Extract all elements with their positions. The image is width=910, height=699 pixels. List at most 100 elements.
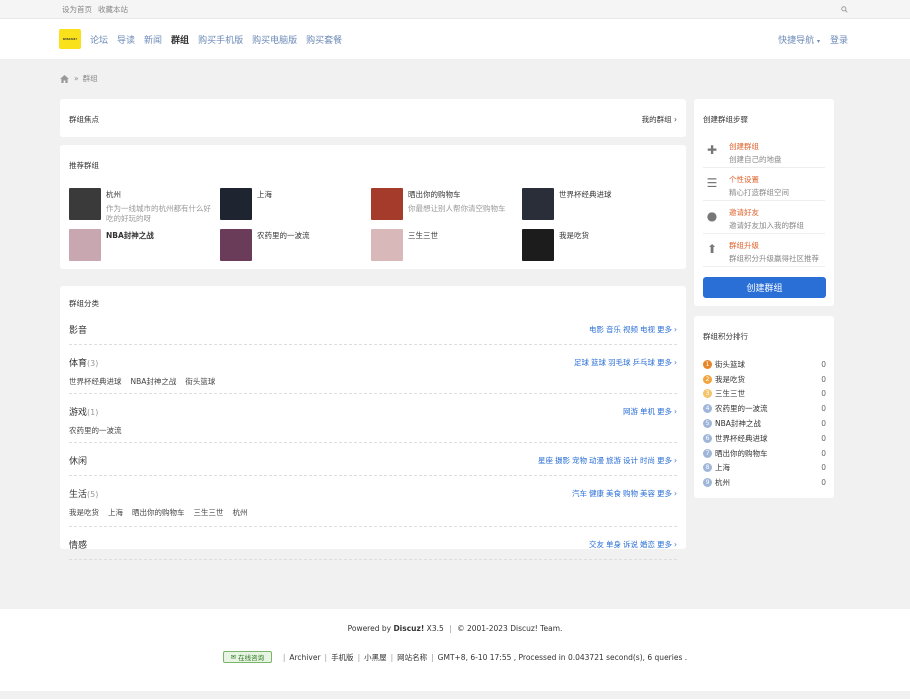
search-icon[interactable] <box>841 5 848 13</box>
my-group-link[interactable]: 我的群组 › <box>642 114 677 125</box>
subtype-link[interactable]: 动漫 <box>589 456 604 465</box>
recommended-group-item[interactable]: 世界杯经典进球 <box>522 188 673 220</box>
step-title[interactable]: 个性设置 <box>729 174 789 185</box>
create-step-item[interactable]: ☰ 个性设置 精心打造群组空间 <box>703 171 825 201</box>
subtype-link[interactable]: 电影 <box>589 325 604 334</box>
footer-link[interactable]: Archiver <box>289 653 320 662</box>
group-name[interactable]: 三生三世 <box>408 230 438 241</box>
subtype-link[interactable]: 婚恋 <box>640 540 655 549</box>
rank-group-name[interactable]: 街头篮球 <box>715 359 745 370</box>
recommended-group-item[interactable]: 我是吃货 <box>522 229 673 261</box>
login-link[interactable]: 登录 <box>830 33 848 46</box>
subtype-link[interactable]: 羽毛球 <box>608 358 631 367</box>
category-group-link[interactable]: 农药里的一波流 <box>69 426 122 435</box>
subtype-link[interactable]: 旅游 <box>606 456 621 465</box>
rank-group-name[interactable]: 晒出你的购物车 <box>715 448 768 459</box>
site-logo[interactable]: DISCUZ! <box>59 29 81 49</box>
group-name[interactable]: 晒出你的购物车 <box>408 189 518 200</box>
category-group-link[interactable]: 我是吃货 <box>69 508 99 517</box>
recommended-group-item[interactable]: 农药里的一波流 <box>220 229 371 261</box>
group-name[interactable]: 世界杯经典进球 <box>559 189 612 200</box>
rank-group-name[interactable]: 世界杯经典进球 <box>715 433 768 444</box>
group-thumbnail[interactable] <box>371 229 403 261</box>
rank-group-name[interactable]: 杭州 <box>715 477 730 488</box>
group-name[interactable]: 农药里的一波流 <box>257 230 310 241</box>
footer-link[interactable]: 手机版 <box>331 652 354 663</box>
subtype-link[interactable]: 设计 <box>623 456 638 465</box>
group-thumbnail[interactable] <box>371 188 403 220</box>
more-link[interactable]: 更多 <box>657 540 672 549</box>
rank-item[interactable]: 6 世界杯经典进球 0 <box>703 431 826 446</box>
online-consult-button[interactable]: ✉ 在线咨询 <box>222 651 272 663</box>
category-name[interactable]: 影音 <box>69 323 677 336</box>
group-thumbnail[interactable] <box>69 188 101 220</box>
category-group-link[interactable]: 世界杯经典进球 <box>69 377 122 386</box>
subtype-link[interactable]: 美食 <box>606 489 621 498</box>
create-step-item[interactable]: ⬆ 群组升级 群组积分升级赢得社区推荐 <box>703 237 825 267</box>
rank-item[interactable]: 3 三生三世 0 <box>703 387 826 402</box>
category-group-link[interactable]: 街头篮球 <box>185 377 215 386</box>
more-link[interactable]: 更多 <box>657 407 672 416</box>
subtype-link[interactable]: 单机 <box>640 407 655 416</box>
breadcrumb-current[interactable]: 群组 <box>83 73 98 84</box>
recommended-group-item[interactable]: NBA封神之战 <box>69 229 220 261</box>
group-name[interactable]: NBA封神之战 <box>106 230 154 241</box>
category-group-link[interactable]: 三生三世 <box>194 508 224 517</box>
subtype-link[interactable]: 电视 <box>640 325 655 334</box>
group-name[interactable]: 杭州 <box>106 189 216 200</box>
bookmark-link[interactable]: 收藏本站 <box>98 4 128 15</box>
subtype-link[interactable]: 汽车 <box>572 489 587 498</box>
subtype-link[interactable]: 乒乓球 <box>633 358 656 367</box>
rank-group-name[interactable]: 农药里的一波流 <box>715 403 768 414</box>
subtype-link[interactable]: 健康 <box>589 489 604 498</box>
group-name[interactable]: 我是吃货 <box>559 230 589 241</box>
discuz-link[interactable]: Discuz! <box>393 624 424 633</box>
subtype-link[interactable]: 音乐 <box>606 325 621 334</box>
category-group-link[interactable]: 杭州 <box>233 508 248 517</box>
home-icon[interactable] <box>60 74 69 83</box>
rank-item[interactable]: 5 NBA封神之战 0 <box>703 416 826 431</box>
more-link[interactable]: 更多 <box>657 456 672 465</box>
subtype-link[interactable]: 美容 <box>640 489 655 498</box>
recommended-group-item[interactable]: 三生三世 <box>371 229 522 261</box>
subtype-link[interactable]: 篮球 <box>591 358 606 367</box>
subtype-link[interactable]: 交友 <box>589 540 604 549</box>
category-name[interactable]: 情感 <box>69 538 677 551</box>
recommended-group-item[interactable]: 晒出你的购物车 你最想让别人帮你清空购物车 <box>371 188 522 220</box>
nav-item-2[interactable]: 新闻 <box>144 33 162 46</box>
nav-item-3[interactable]: 群组 <box>171 33 189 46</box>
category-group-link[interactable]: NBA封神之战 <box>131 377 177 386</box>
rank-item[interactable]: 2 我是吃货 0 <box>703 372 826 387</box>
nav-item-4[interactable]: 购买手机版 <box>198 33 243 46</box>
subtype-link[interactable]: 诉说 <box>623 540 638 549</box>
step-title[interactable]: 邀请好友 <box>729 207 804 218</box>
create-step-item[interactable]: ● 邀请好友 邀请好友加入我的群组 <box>703 204 825 234</box>
more-link[interactable]: 更多 <box>657 358 672 367</box>
rank-item[interactable]: 1 街头篮球 0 <box>703 357 826 372</box>
group-thumbnail[interactable] <box>69 229 101 261</box>
step-title[interactable]: 创建群组 <box>729 141 782 152</box>
more-link[interactable]: 更多 <box>657 325 672 334</box>
rank-group-name[interactable]: NBA封神之战 <box>715 418 761 429</box>
rank-group-name[interactable]: 我是吃货 <box>715 374 745 385</box>
subtype-link[interactable]: 购物 <box>623 489 638 498</box>
subtype-link[interactable]: 星座 <box>538 456 553 465</box>
group-thumbnail[interactable] <box>220 229 252 261</box>
recommended-group-item[interactable]: 杭州 作为一线城市的杭州都有什么好吃的好玩的呀 <box>69 188 220 223</box>
subtype-link[interactable]: 摄影 <box>555 456 570 465</box>
rank-item[interactable]: 9 杭州 0 <box>703 475 826 490</box>
group-thumbnail[interactable] <box>220 188 252 220</box>
group-thumbnail[interactable] <box>522 229 554 261</box>
rank-group-name[interactable]: 三生三世 <box>715 388 745 399</box>
rank-group-name[interactable]: 上海 <box>715 462 730 473</box>
nav-item-1[interactable]: 导读 <box>117 33 135 46</box>
create-group-button[interactable]: 创建群组 <box>703 277 826 298</box>
subtype-link[interactable]: 足球 <box>574 358 589 367</box>
subtype-link[interactable]: 宠物 <box>572 456 587 465</box>
set-home-link[interactable]: 设为首页 <box>62 4 92 15</box>
category-group-link[interactable]: 上海 <box>108 508 123 517</box>
nav-item-6[interactable]: 购买套餐 <box>306 33 342 46</box>
rank-item[interactable]: 7 晒出你的购物车 0 <box>703 446 826 461</box>
subtype-link[interactable]: 网游 <box>623 407 638 416</box>
category-name[interactable]: 游戏(1) <box>69 405 677 418</box>
